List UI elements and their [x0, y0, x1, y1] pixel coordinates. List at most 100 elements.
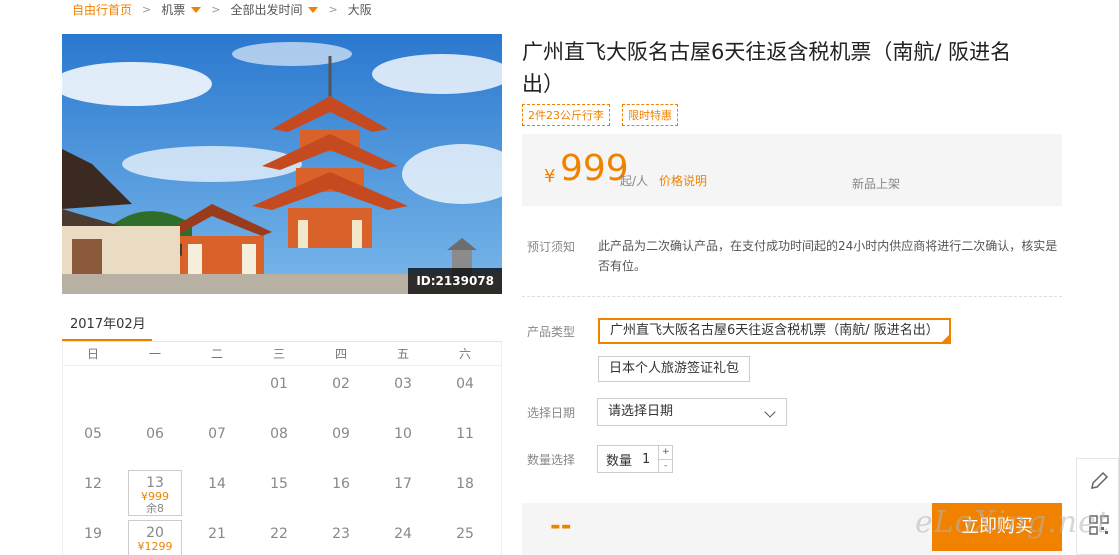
- calendar-day: 03: [372, 366, 434, 416]
- calendar-day-number: 14: [208, 476, 226, 492]
- product-type-option-visa[interactable]: 日本个人旅游签证礼包: [598, 356, 751, 382]
- pagoda-image: [62, 34, 502, 294]
- status-badge: 新品上架: [852, 177, 901, 191]
- product-type-option-label: 日本个人旅游签证礼包: [609, 361, 740, 376]
- calendar-day: 15: [248, 466, 310, 516]
- calendar-week-row: 19 20 ¥1299 21 22 23 24 25: [62, 516, 502, 555]
- product-type-option-flight[interactable]: 广州直飞大阪名古屋6天往返含税机票（南航/ 阪进名出）: [598, 318, 951, 344]
- calendar-day: 23: [310, 516, 372, 555]
- calendar-day: [124, 366, 186, 416]
- calendar-week-row: 12 13 ¥999 余8 14 15 16 17 18: [62, 466, 502, 516]
- weekday-label: 六: [458, 347, 471, 361]
- product-type-label: 产品类型: [527, 325, 576, 339]
- currency-symbol: ¥: [544, 166, 556, 187]
- breadcrumb-departure-label: 全部出发时间: [230, 2, 303, 17]
- weekday-label: 二: [210, 347, 223, 361]
- calendar-day: 19: [62, 516, 124, 555]
- tag-limited-offer: 限时特惠: [622, 104, 678, 126]
- breadcrumb: 自由行首页 > 机票 > 全部出发时间 > 大阪: [72, 0, 372, 18]
- calendar-day-number: 10: [394, 426, 412, 442]
- calendar-day-number: 16: [332, 476, 350, 492]
- calendar-day: 22: [248, 516, 310, 555]
- selected-corner-icon: [941, 335, 949, 342]
- quantity-prefix: 数量: [606, 453, 633, 469]
- calendar-day: 24: [372, 516, 434, 555]
- calendar-day-number: 07: [208, 426, 226, 442]
- calendar-day[interactable]: 20 ¥1299: [128, 520, 182, 555]
- tag-baggage: 2件23公斤行李: [522, 104, 610, 126]
- calendar-day: 05: [62, 416, 124, 466]
- increment-button[interactable]: +: [659, 446, 672, 459]
- calendar-day-number: 15: [270, 476, 288, 492]
- decrement-button[interactable]: -: [659, 458, 673, 473]
- price-unit: 起/人: [620, 174, 649, 188]
- divider: [522, 296, 1062, 297]
- calendar-day-number: 04: [456, 376, 474, 392]
- weekday-label: 四: [334, 347, 347, 361]
- calendar-day: 17: [372, 466, 434, 516]
- calendar-day-number: 21: [208, 526, 226, 542]
- calendar-day-number: 13: [146, 475, 164, 491]
- quantity-step-buttons: + -: [658, 446, 673, 473]
- calendar-week-row: 01 02 03 04: [62, 366, 502, 416]
- photo-id-label: ID:2139078: [408, 268, 502, 294]
- calendar-day-number: 09: [332, 426, 350, 442]
- calendar-day: 12: [62, 466, 124, 516]
- calendar-day: 14: [186, 466, 248, 516]
- calendar-weekday-header: 日一二三四五六: [62, 342, 502, 366]
- calendar-day-number: 18: [456, 476, 474, 492]
- breadcrumb-departure-time[interactable]: 全部出发时间: [230, 1, 319, 18]
- product-type-option-label: 广州直飞大阪名古屋6天往返含税机票（南航/ 阪进名出）: [610, 323, 939, 338]
- total-price: --: [550, 511, 572, 541]
- calendar-day-number: 02: [332, 376, 350, 392]
- caret-down-icon: [308, 7, 319, 13]
- chevron-right-icon: >: [211, 2, 221, 16]
- calendar-day: 06: [124, 416, 186, 466]
- weekday-label: 三: [272, 347, 285, 361]
- calendar-day-number: 17: [394, 476, 412, 492]
- calendar-day: 21: [186, 516, 248, 555]
- calendar-day: 07: [186, 416, 248, 466]
- breadcrumb-flights[interactable]: 机票: [161, 1, 202, 18]
- date-select-value: 请选择日期: [608, 404, 674, 419]
- calendar-day-number: 08: [270, 426, 288, 442]
- breadcrumb-destination: 大阪: [347, 2, 372, 17]
- calendar-day: 11: [434, 416, 496, 466]
- quantity-label: 数量选择: [527, 453, 576, 467]
- product-photo: ID:2139078: [62, 34, 502, 294]
- calendar-week-row: 05 06 07 08 09 10 11: [62, 416, 502, 466]
- calendar-day: [186, 366, 248, 416]
- calendar-day: 18: [434, 466, 496, 516]
- price-amount: 999: [560, 148, 629, 189]
- calendar-day-number: 20: [146, 525, 164, 541]
- calendar-day-number: 12: [84, 476, 102, 492]
- calendar-month-tab[interactable]: 2017年02月: [62, 312, 152, 342]
- calendar-day: [62, 366, 124, 416]
- breadcrumb-home-link[interactable]: 自由行首页: [72, 1, 132, 18]
- price-panel: ¥ 999 起/人 价格说明 新品上架: [522, 134, 1062, 206]
- pencil-icon[interactable]: [1089, 471, 1109, 494]
- calendar-day-number: 03: [394, 376, 412, 392]
- calendar-day-number: 19: [84, 526, 102, 542]
- calendar-day-number: 24: [394, 526, 412, 542]
- calendar-day-number: 05: [84, 426, 102, 442]
- price-explain-link[interactable]: 价格说明: [659, 172, 707, 189]
- date-select[interactable]: 请选择日期: [597, 398, 787, 426]
- calendar-day: 25: [434, 516, 496, 555]
- weekday-label: 五: [396, 347, 409, 361]
- calendar-day[interactable]: 13 ¥999 余8: [128, 470, 182, 516]
- calendar-day-price: ¥1299: [137, 540, 173, 553]
- date-select-label: 选择日期: [527, 406, 576, 420]
- calendar-day-number: 01: [270, 376, 288, 392]
- quantity-stepper: 数量 1 + -: [597, 445, 674, 473]
- chevron-right-icon: >: [328, 2, 338, 16]
- calendar-day-number: 25: [456, 526, 474, 542]
- product-tags: 2件23公斤行李 限时特惠: [522, 104, 678, 126]
- calendar-day: 02: [310, 366, 372, 416]
- calendar-day: 16: [310, 466, 372, 516]
- calendar-day: 10: [372, 416, 434, 466]
- calendar-day-number: 22: [270, 526, 288, 542]
- breadcrumb-flights-label: 机票: [161, 2, 186, 17]
- quantity-input[interactable]: 1: [636, 452, 658, 467]
- weekday-label: 日: [86, 347, 99, 361]
